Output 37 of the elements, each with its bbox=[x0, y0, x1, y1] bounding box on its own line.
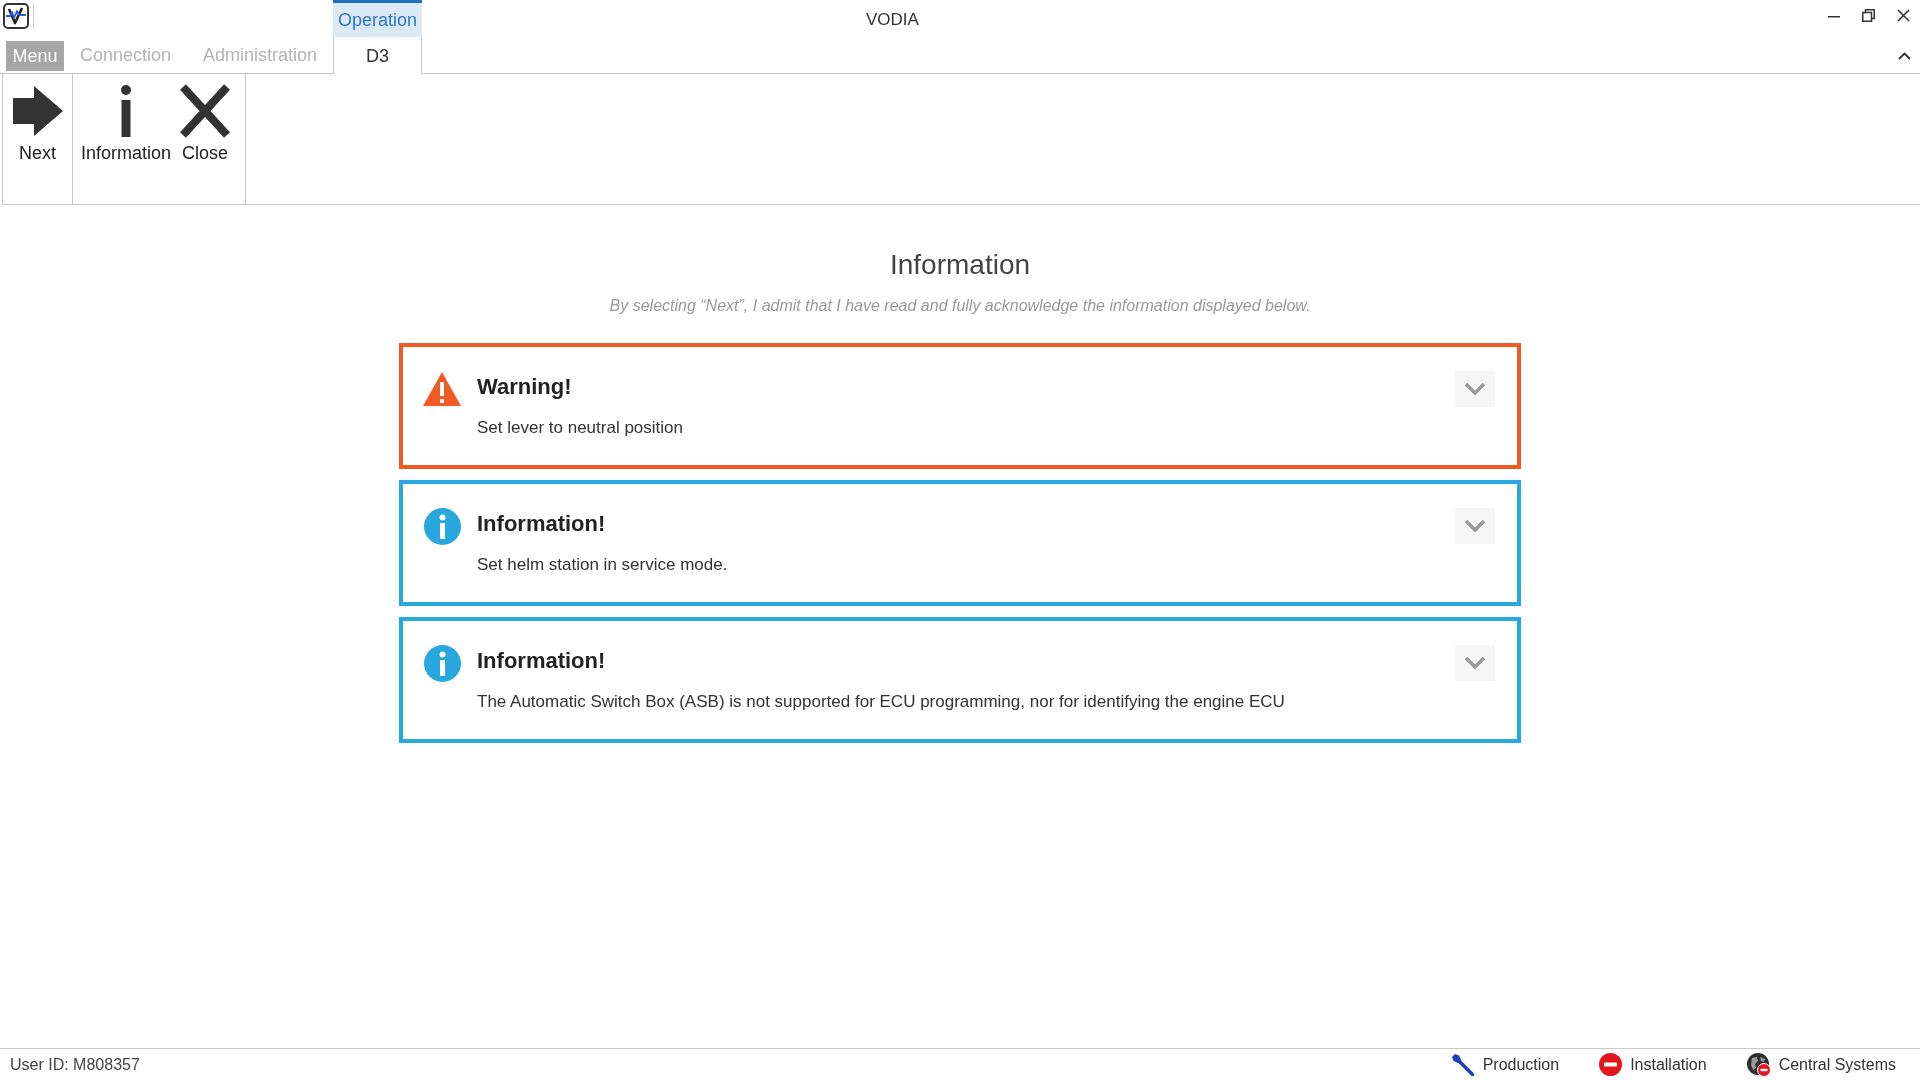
info-icon bbox=[423, 645, 461, 682]
notice-title: Information! bbox=[477, 510, 606, 538]
expand-button[interactable] bbox=[1455, 508, 1495, 544]
info-icon bbox=[423, 508, 461, 545]
status-label: Production bbox=[1482, 1054, 1560, 1075]
globe-icon bbox=[1746, 1052, 1771, 1077]
notice-title: Warning! bbox=[477, 373, 572, 401]
notice-title: Information! bbox=[477, 647, 606, 675]
close-icon bbox=[179, 83, 232, 139]
info-icon bbox=[120, 85, 132, 137]
restore-icon[interactable] bbox=[1862, 9, 1875, 22]
page-heading: Information bbox=[889, 248, 1031, 282]
toolbar-button[interactable]: Close bbox=[175, 74, 236, 204]
window-title: VODIA bbox=[866, 10, 919, 30]
contextual-tab-header: Operation bbox=[333, 0, 422, 38]
notice-message: Set lever to neutral position bbox=[477, 417, 683, 439]
app-logo-icon bbox=[3, 3, 29, 29]
close-icon[interactable] bbox=[1897, 9, 1910, 22]
expand-button[interactable] bbox=[1455, 371, 1495, 407]
user-id-label: User ID: M808357 bbox=[10, 1054, 140, 1075]
instruction-text: By selecting “Next”, I admit that I have read and fully acknowledge the information displayed below. bbox=[609, 296, 1311, 316]
status-label: Installation bbox=[1630, 1054, 1707, 1075]
chevron-down-icon bbox=[1464, 382, 1486, 396]
chevron-down-icon bbox=[1464, 519, 1486, 533]
wrench-icon bbox=[1450, 1052, 1475, 1077]
expand-button[interactable] bbox=[1455, 645, 1495, 681]
notice-message: Set helm station in service mode. bbox=[477, 554, 728, 576]
caret-up-icon[interactable] bbox=[1898, 52, 1911, 60]
warning-icon bbox=[422, 371, 462, 407]
chevron-down-icon bbox=[1464, 656, 1486, 670]
toolbar-button[interactable]: Next bbox=[8, 74, 67, 204]
no-entry-icon bbox=[1599, 1053, 1623, 1076]
notice-message: The Automatic Switch Box (ASB) is not supported for ECU programming, nor for identifying the engine ECU bbox=[477, 691, 1285, 713]
toolbar-button[interactable]: Information bbox=[77, 74, 176, 204]
ribbon-tab[interactable]: D3 bbox=[333, 37, 423, 74]
status-label: Central Systems bbox=[1778, 1054, 1896, 1075]
arrow-right-icon bbox=[12, 86, 63, 136]
